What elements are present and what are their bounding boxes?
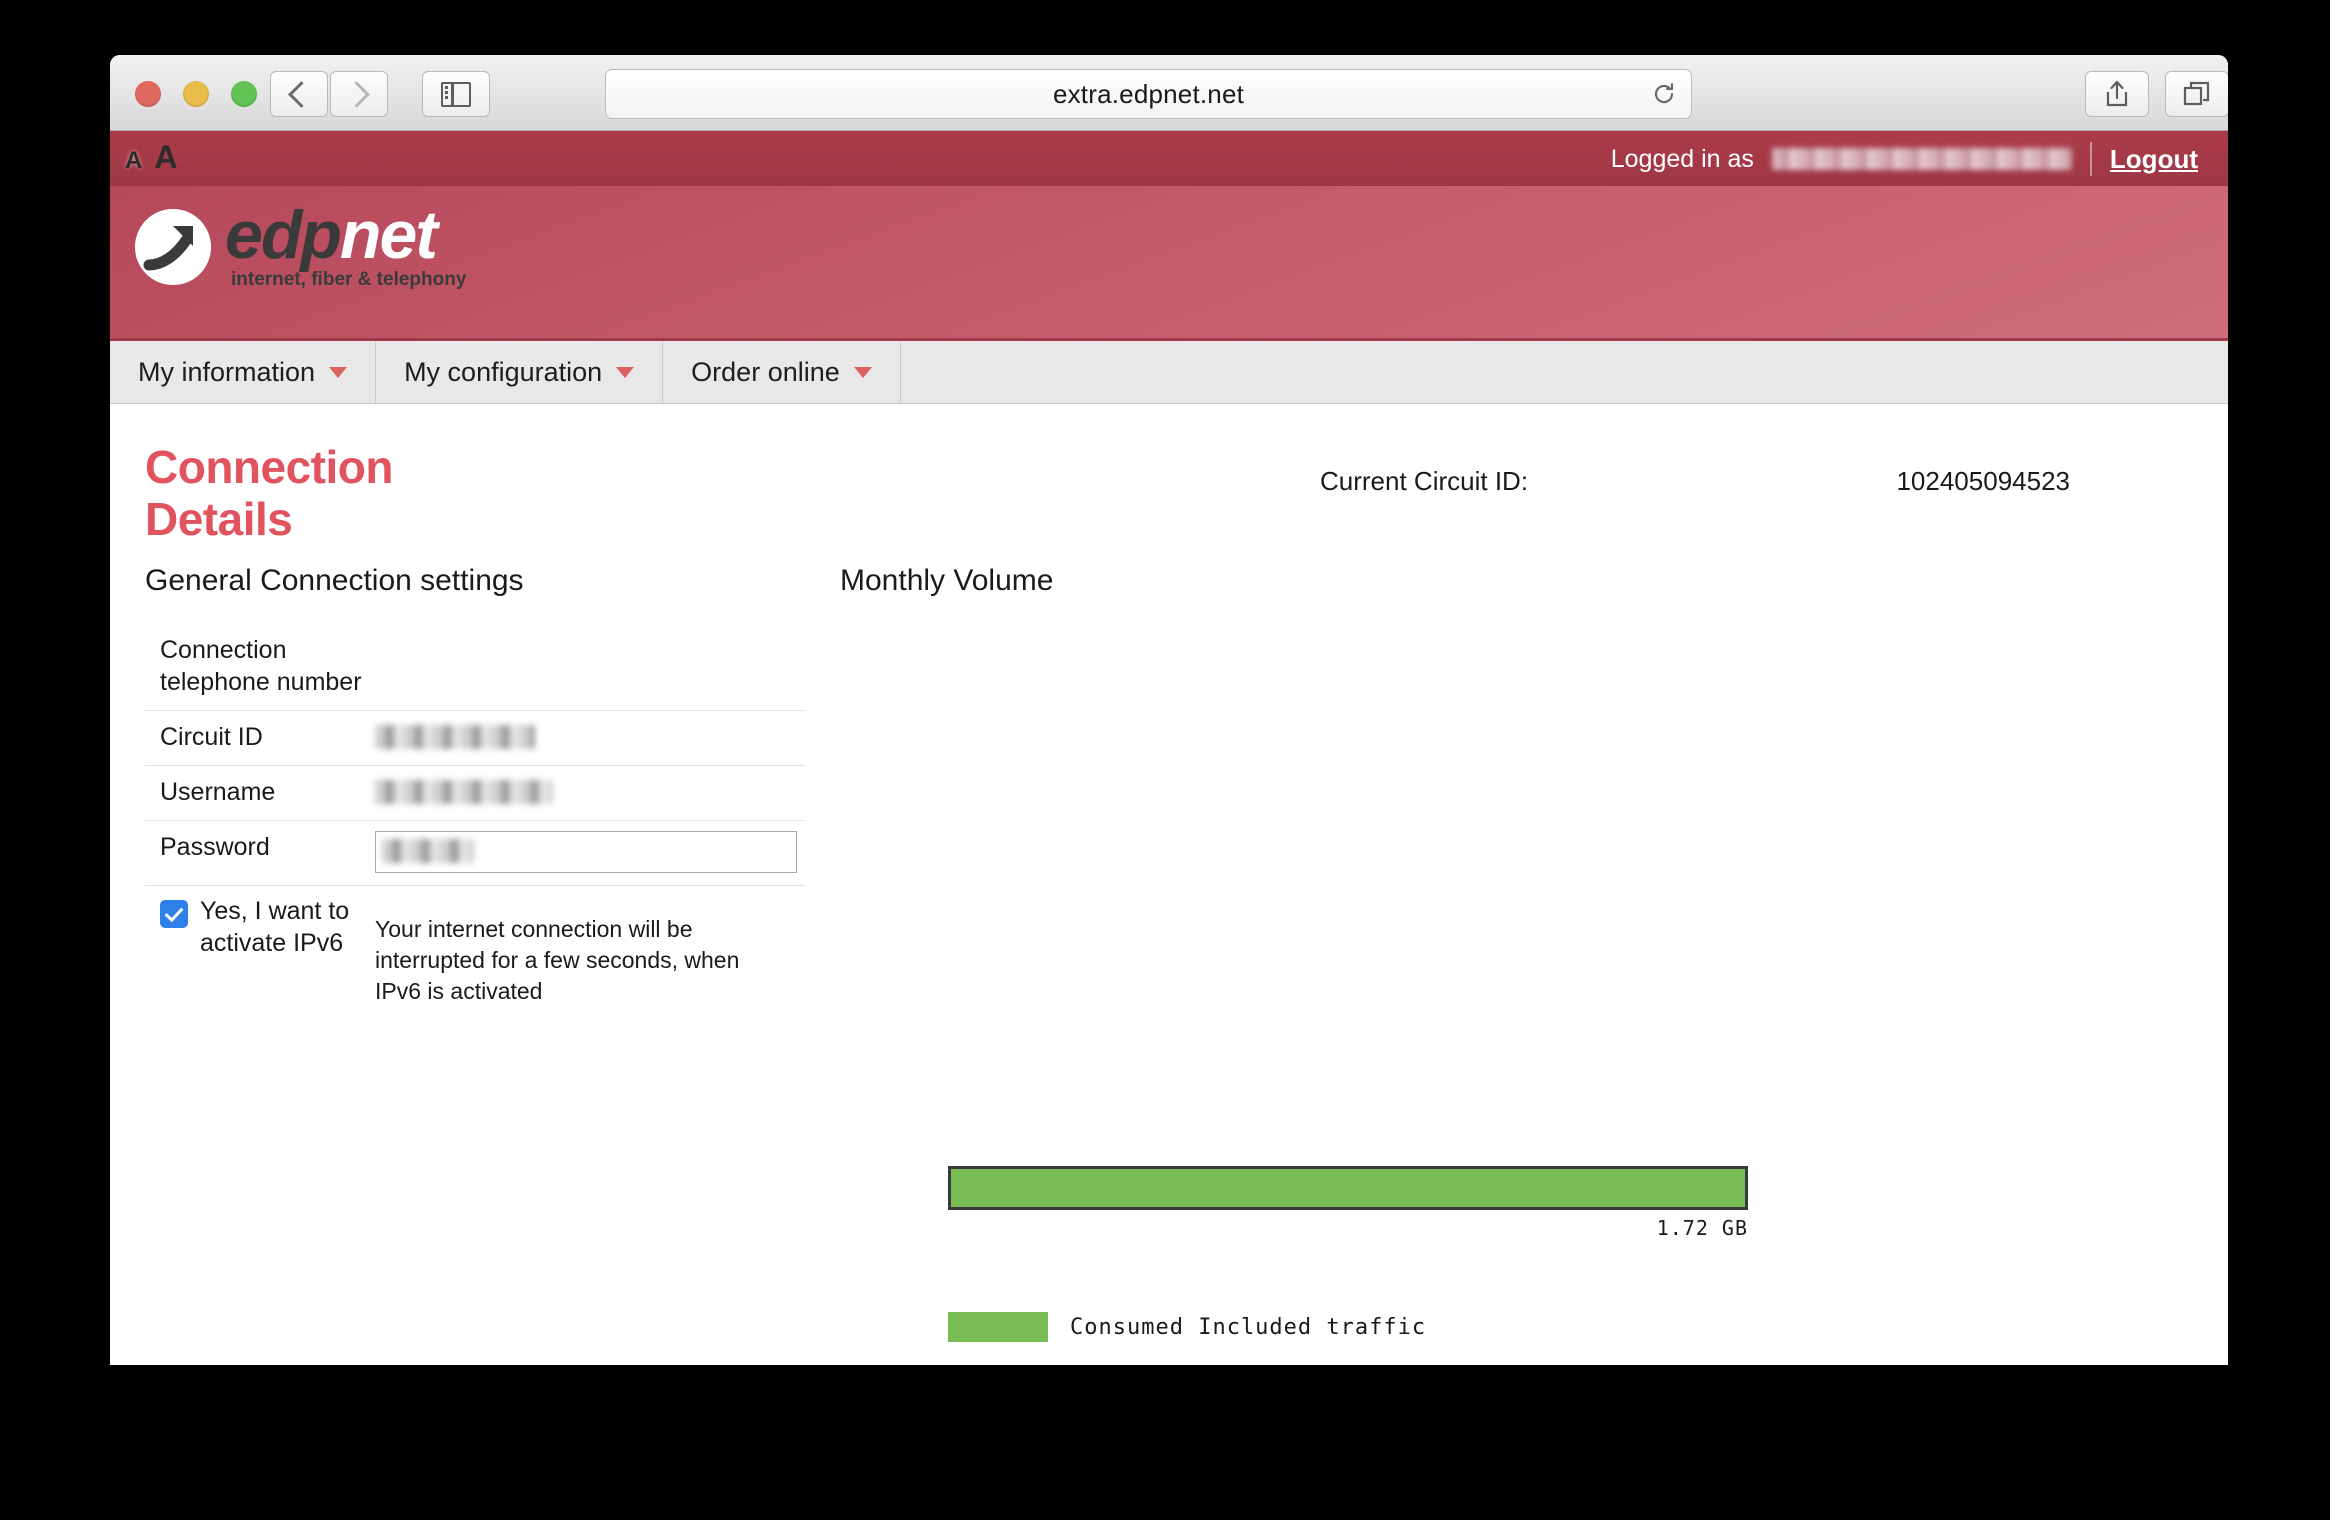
logged-in-username-redacted: [1771, 148, 2072, 170]
forward-button[interactable]: [330, 71, 388, 117]
nav-label: My configuration: [404, 356, 603, 387]
nav-item-my-information[interactable]: My information: [110, 341, 377, 403]
current-circuit-id-value: 102405094523: [1896, 466, 2070, 496]
tabs-icon: [2183, 81, 2210, 106]
sidebar-dots-icon: [445, 85, 448, 89]
logout-link[interactable]: Logout: [2110, 144, 2198, 175]
font-size-controls: A A: [125, 139, 177, 176]
legend-label-consumed-included-traffic: Consumed Included traffic: [1070, 1314, 1427, 1340]
monthly-volume-heading: Monthly Volume: [840, 564, 1054, 597]
monthly-volume-chart: 1.72 GB: [948, 1166, 1748, 1240]
back-chevron-icon: [288, 80, 315, 108]
row-value-circuit-id: [363, 711, 805, 765]
address-bar[interactable]: extra.edpnet.net: [605, 69, 1692, 119]
logo-tagline: internet, fiber & telephony: [231, 268, 467, 290]
forward-chevron-icon: [343, 80, 370, 108]
nav-item-order-online[interactable]: Order online: [663, 341, 901, 403]
logged-in-label: Logged in as: [1610, 144, 1754, 173]
row-value-username: [363, 766, 805, 820]
nav-label: My information: [138, 356, 316, 387]
reload-icon[interactable]: [1651, 81, 1677, 107]
row-label-connection-telephone-number: Connection telephone number: [160, 636, 362, 696]
username-value-redacted: [375, 780, 553, 804]
browser-window: extra.edpnet.net +: [110, 55, 2228, 1365]
decrease-font-size-button[interactable]: A: [125, 147, 142, 175]
share-button[interactable]: [2085, 71, 2149, 117]
browser-toolbar: extra.edpnet.net +: [110, 55, 2228, 131]
page-title: Connection Details: [145, 441, 393, 545]
current-circuit-id-label: Current Circuit ID:: [1320, 466, 1529, 496]
edpnet-logo-mark-icon: [135, 209, 211, 286]
site-topbar: A A Logged in as Logout: [110, 131, 2228, 186]
row-value-connection-telephone-number: [363, 624, 805, 710]
share-icon: [2106, 80, 2128, 107]
back-button[interactable]: [270, 71, 328, 117]
close-window-button[interactable]: [135, 81, 161, 107]
edpnet-logo[interactable]: edpnet internet, fiber & telephony: [135, 201, 467, 291]
legend-swatch-consumed-included-traffic: [948, 1312, 1048, 1342]
maximize-window-button[interactable]: [231, 81, 257, 107]
password-value-redacted: [382, 839, 474, 863]
circuit-id-value-redacted: [375, 725, 535, 749]
password-input[interactable]: [375, 831, 797, 873]
logo-text-net: net: [339, 197, 438, 273]
window-controls: [135, 81, 257, 107]
general-settings-heading: General Connection settings: [145, 564, 524, 597]
table-row: Username: [145, 766, 805, 821]
volume-bar-track: [948, 1166, 1748, 1210]
sidebar-toggle-button[interactable]: [422, 71, 490, 117]
current-circuit-id-row: Current Circuit ID: 102405094523: [1320, 466, 2070, 497]
logo-text-edp: edp: [225, 197, 342, 273]
row-label-username: Username: [160, 778, 276, 806]
brand-band: edpnet internet, fiber & telephony: [110, 186, 2228, 341]
ipv6-checkbox-row[interactable]: Yes, I want to activate IPv6: [160, 896, 363, 959]
sidebar-icon: [441, 81, 471, 107]
nav-label: Order online: [691, 356, 840, 387]
edpnet-wordmark: edpnet: [225, 201, 466, 269]
chevron-down-icon: [853, 366, 872, 378]
table-row: Connection telephone number: [145, 624, 805, 711]
login-status: Logged in as Logout: [1611, 142, 2198, 176]
minimize-window-button[interactable]: [183, 81, 209, 107]
table-row: Password: [145, 821, 805, 886]
ipv6-note: Your internet connection will be interru…: [375, 916, 740, 1004]
row-label-password: Password: [160, 833, 270, 861]
volume-bar-fill: [951, 1169, 1745, 1207]
chart-legend: Consumed Included traffic: [948, 1312, 1426, 1342]
nav-item-my-configuration[interactable]: My configuration: [376, 341, 664, 403]
web-page: A A Logged in as Logout edpnet internet,…: [110, 131, 2228, 1365]
ipv6-checkbox[interactable]: [160, 900, 188, 928]
volume-bar-value-label: 1.72 GB: [1656, 1216, 1748, 1240]
row-value-password: [363, 821, 805, 885]
divider: [2089, 142, 2092, 176]
table-row: Circuit ID: [145, 711, 805, 766]
table-row: Yes, I want to activate IPv6 Your intern…: [145, 886, 805, 1018]
general-settings-table: Connection telephone number Circuit ID U…: [145, 624, 805, 1018]
increase-font-size-button[interactable]: A: [154, 139, 177, 176]
main-navigation: My information My configuration Order on…: [110, 341, 2228, 404]
url-text: extra.edpnet.net: [1052, 78, 1245, 109]
row-label-circuit-id: Circuit ID: [160, 723, 263, 751]
chevron-down-icon: [616, 366, 635, 378]
show-tabs-button[interactable]: [2165, 71, 2228, 117]
chevron-down-icon: [329, 366, 348, 378]
ipv6-checkbox-label: Yes, I want to activate IPv6: [200, 897, 350, 957]
